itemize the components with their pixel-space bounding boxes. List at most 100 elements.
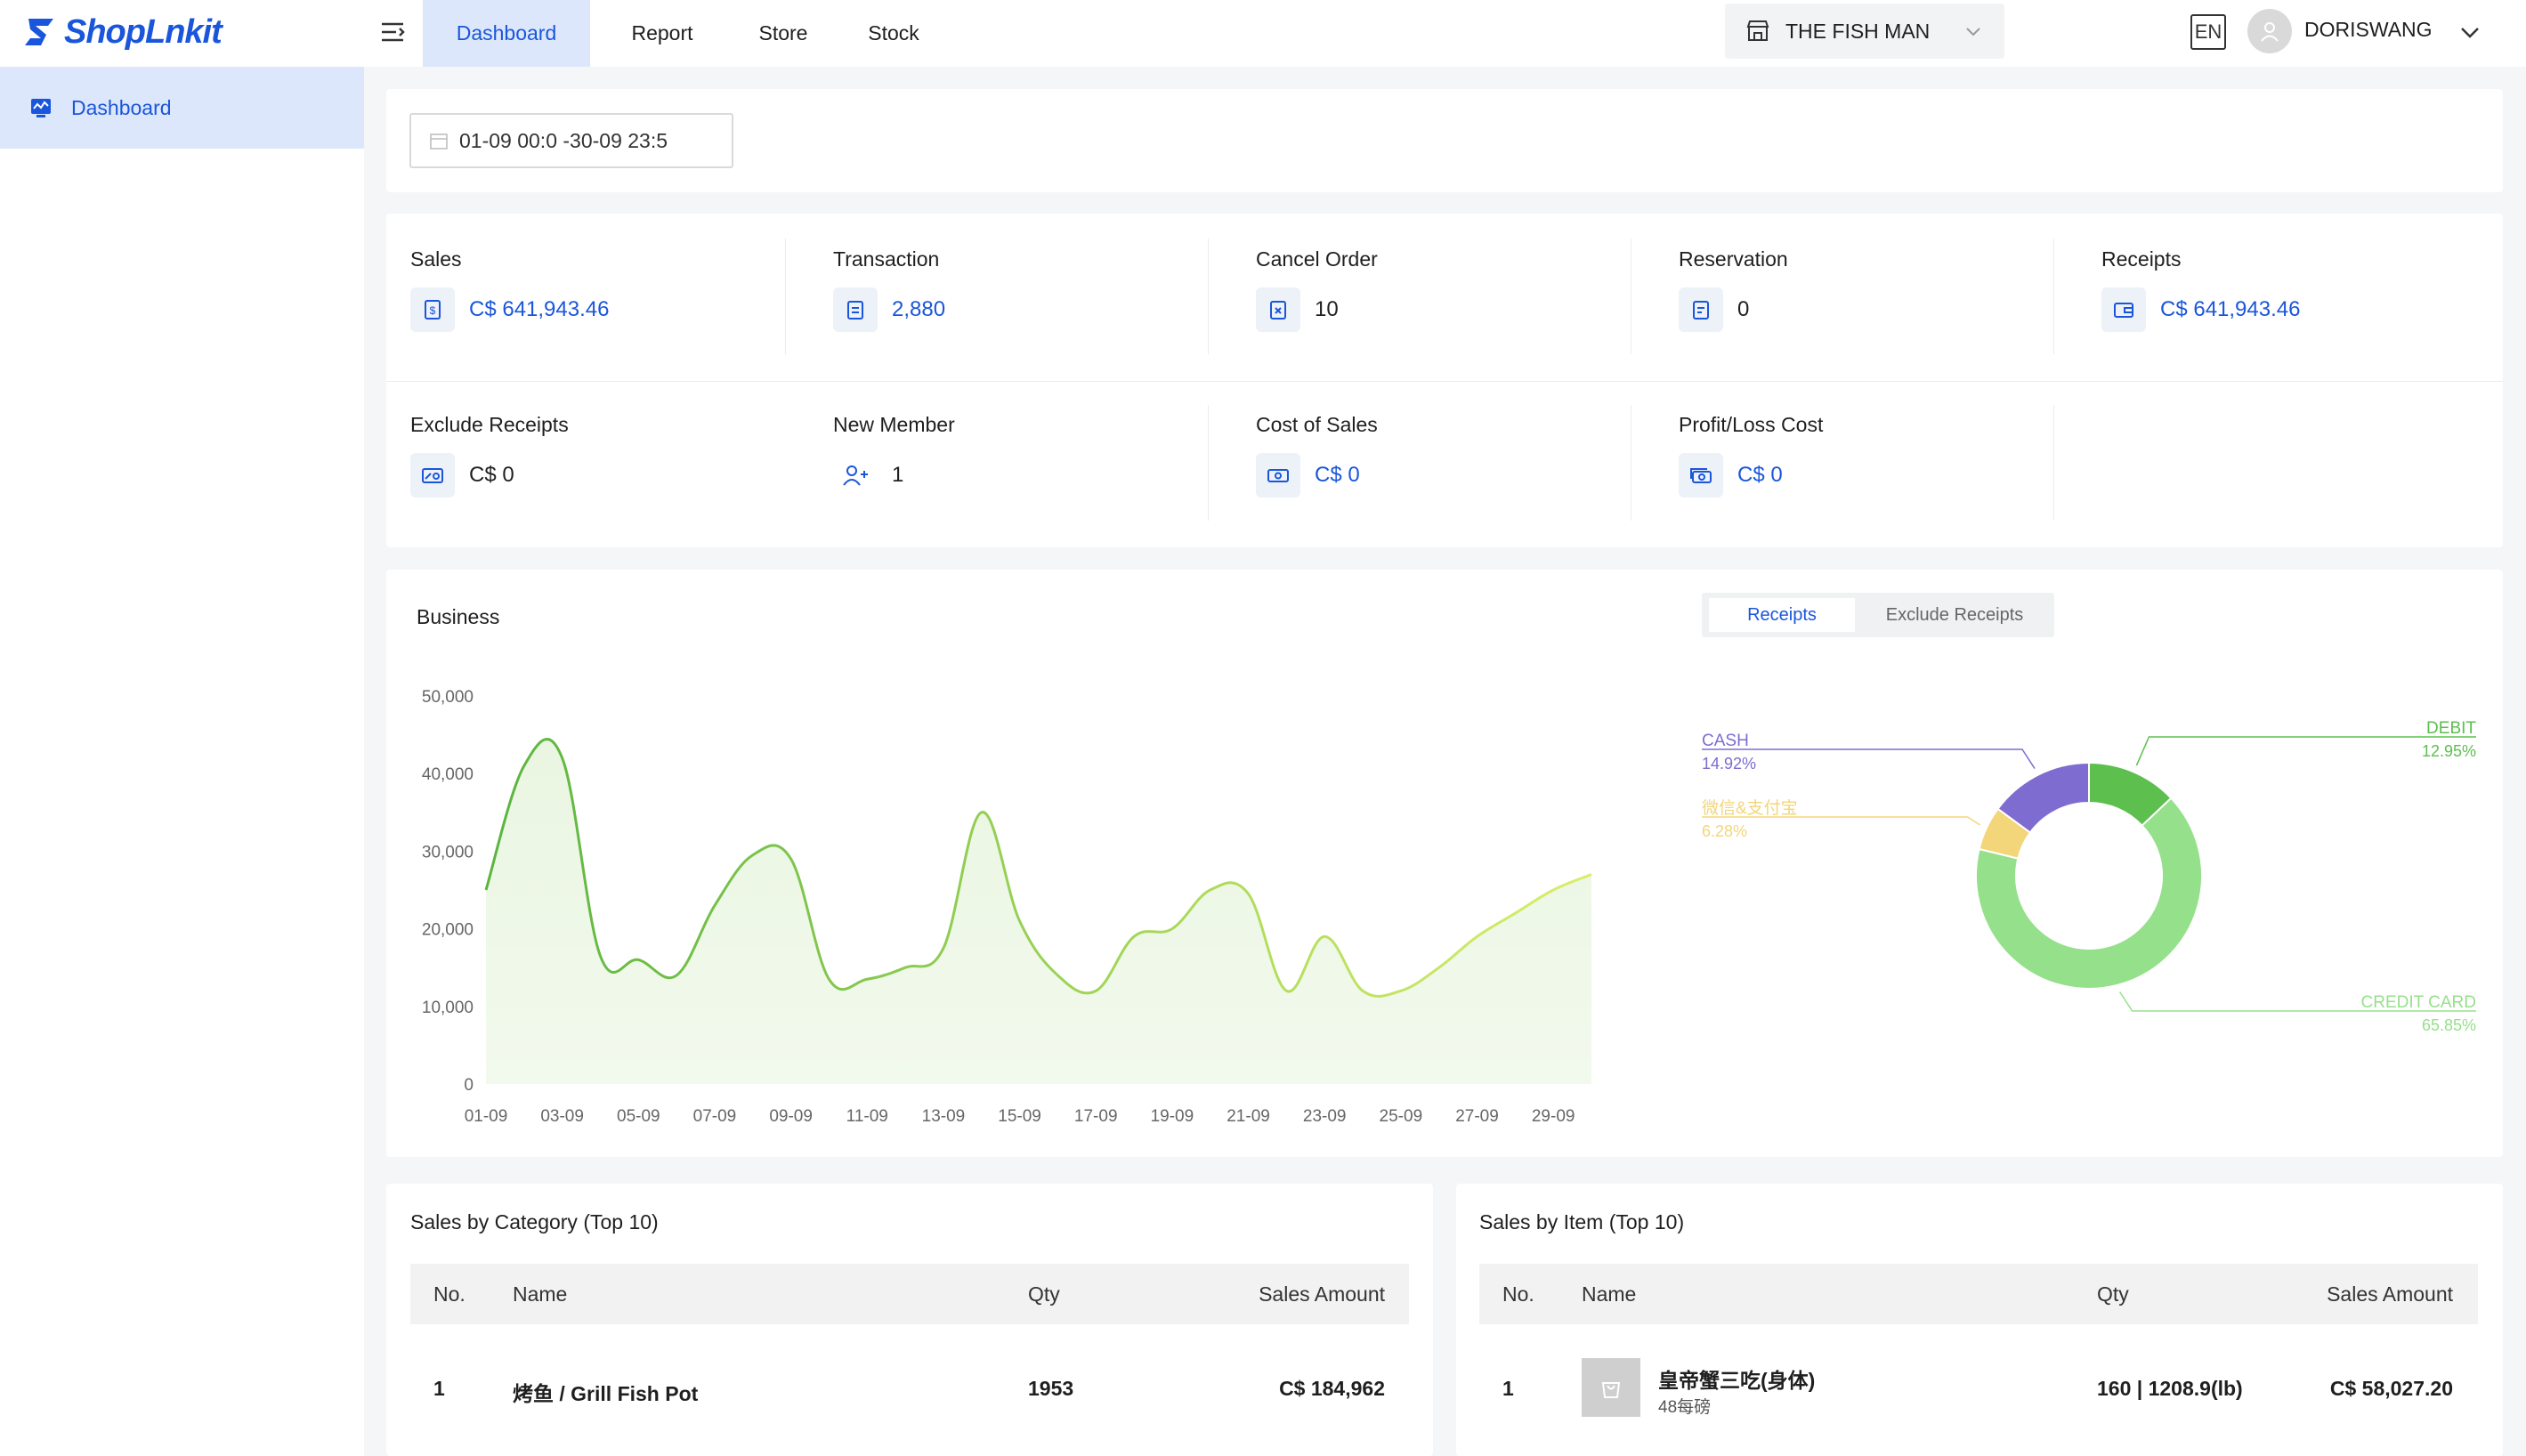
- tab-stock[interactable]: Stock: [836, 0, 951, 67]
- x-tick-label: 23-09: [1303, 1107, 1347, 1126]
- stat-value: C$ 0: [1737, 463, 1783, 487]
- date-range-picker[interactable]: 01-09 00:0 -30-09 23:5: [409, 113, 733, 168]
- y-tick-label: 10,000: [422, 999, 474, 1017]
- business-area-chart: 0 10,000 20,000 30,000 40,000 50,000 01-09 03-…: [422, 688, 1592, 1126]
- tab-dashboard[interactable]: Dashboard: [423, 0, 590, 67]
- item-title: Sales by Item (Top 10): [1479, 1210, 1685, 1234]
- y-tick-label: 20,000: [422, 921, 474, 940]
- user-icon: [2261, 22, 2279, 42]
- sidebar-item-label: Dashboard: [71, 95, 172, 119]
- stat-value: C$ 641,943.46: [469, 297, 610, 321]
- slice-percent: 6.28%: [1702, 822, 1747, 840]
- stat-profit-loss: Profit/Loss Cost C$ 0: [1679, 413, 1823, 497]
- item-image-placeholder-icon: [1582, 1358, 1640, 1417]
- stat-receipts: Receipts C$ 641,943.46: [2101, 247, 2300, 332]
- slice-percent: 12.95%: [2422, 742, 2476, 760]
- stats-divider: [2053, 239, 2054, 354]
- col-sales-amount: Sales Amount: [2327, 1282, 2453, 1306]
- stat-label: Reservation: [1679, 247, 1788, 271]
- chevron-down-icon[interactable]: [2457, 20, 2482, 44]
- x-tick-label: 17-09: [1074, 1107, 1118, 1126]
- store-name: THE FISH MAN: [1785, 19, 1931, 43]
- cash-icon: [1256, 453, 1300, 497]
- sidebar-item-dashboard[interactable]: Dashboard: [0, 67, 364, 149]
- business-title: Business: [417, 605, 500, 628]
- top-header: Dashboard Report Store Stock THE FISH MA…: [364, 0, 2526, 67]
- money-icon: [1679, 453, 1723, 497]
- y-tick-label: 50,000: [422, 688, 474, 707]
- x-tick-label: 27-09: [1455, 1107, 1499, 1126]
- receipts-toggle: Receipts Exclude Receipts: [1702, 593, 2054, 637]
- cancel-clipboard-icon: [1256, 287, 1300, 332]
- stat-exclude-receipts: Exclude Receipts C$ 0: [410, 413, 569, 497]
- row-no: 1: [433, 1377, 445, 1400]
- x-tick-label: 05-09: [617, 1107, 660, 1126]
- x-tick-label: 25-09: [1380, 1107, 1423, 1126]
- tab-report[interactable]: Report: [595, 0, 729, 67]
- col-sales-amount: Sales Amount: [1259, 1282, 1385, 1306]
- stat-label: Receipts: [2101, 247, 2182, 271]
- y-tick-label: 40,000: [422, 765, 474, 784]
- wallet-icon: [2101, 287, 2146, 332]
- card-exclude-icon: [410, 453, 455, 497]
- logo-mark-icon: [25, 19, 53, 45]
- row-name: 烤鱼 / Grill Fish Pot: [513, 1382, 699, 1405]
- slice-label: 微信&支付宝: [1702, 798, 1798, 818]
- chevron-down-icon: [1966, 28, 1980, 36]
- username[interactable]: DORISWANG: [2304, 18, 2433, 42]
- receipt-icon: $: [410, 287, 455, 332]
- stat-value: 0: [1737, 297, 1750, 321]
- menu-toggle-icon[interactable]: [378, 18, 407, 46]
- stat-value: C$ 641,943.46: [2160, 297, 2301, 321]
- toggle-exclude-receipts[interactable]: Exclude Receipts: [1866, 598, 2044, 632]
- stat-new-member: New Member 1: [833, 413, 955, 497]
- language-switch[interactable]: EN: [2190, 14, 2226, 50]
- stat-label: Exclude Receipts: [410, 413, 569, 436]
- tab-store[interactable]: Store: [725, 0, 841, 67]
- x-tick-label: 07-09: [693, 1107, 737, 1126]
- x-tick-label: 13-09: [922, 1107, 966, 1126]
- svg-text:$: $: [430, 304, 436, 317]
- stats-divider: [1208, 239, 1209, 354]
- x-tick-label: 01-09: [465, 1107, 508, 1126]
- dashboard-icon: [31, 99, 51, 117]
- col-qty: Qty: [2097, 1282, 2129, 1306]
- row-qty: 160 | 1208.9(lb): [2097, 1377, 2243, 1400]
- stat-label: Cancel Order: [1256, 247, 1378, 271]
- payment-donut-chart: DEBIT 12.95% CREDIT CARD 65.85% 微信&支付宝 6.28% C…: [1702, 719, 2476, 1034]
- stat-transaction: Transaction 2,880: [833, 247, 945, 332]
- slice-label: DEBIT: [2426, 719, 2476, 738]
- avatar[interactable]: [2247, 9, 2292, 53]
- y-tick-label: 0: [464, 1076, 474, 1095]
- stat-value: C$ 0: [469, 463, 514, 487]
- col-name: Name: [513, 1282, 568, 1306]
- reservation-icon: [1679, 287, 1723, 332]
- toggle-receipts[interactable]: Receipts: [1709, 598, 1855, 632]
- stat-label: Sales: [410, 247, 462, 271]
- x-tick-label: 15-09: [998, 1107, 1041, 1126]
- calendar-icon: [430, 133, 448, 150]
- row-amount: C$ 58,027.20: [2329, 1377, 2453, 1400]
- col-no: No.: [433, 1282, 466, 1306]
- row-no: 1: [1502, 1377, 1514, 1400]
- y-tick-label: 30,000: [422, 843, 474, 861]
- clipboard-icon: [833, 287, 878, 332]
- area-fill: [486, 739, 1591, 1084]
- logo[interactable]: ShopLnkit: [21, 9, 223, 55]
- stats-divider: [785, 239, 786, 354]
- stat-label: Transaction: [833, 247, 940, 271]
- x-tick-label: 03-09: [540, 1107, 584, 1126]
- stats-divider: [1208, 405, 1209, 521]
- x-tick-label: 19-09: [1151, 1107, 1194, 1126]
- stats-divider: [2053, 405, 2054, 521]
- stat-reservation: Reservation 0: [1679, 247, 1788, 332]
- row-subtitle: 48每磅: [1658, 1398, 1712, 1417]
- stat-sales: Sales $ C$ 641,943.46: [410, 247, 609, 332]
- row-amount: C$ 184,962: [1279, 1377, 1385, 1400]
- store-select[interactable]: THE FISH MAN: [1725, 4, 2004, 59]
- add-user-icon: [833, 453, 878, 497]
- logo-text: ShopLnkit: [64, 12, 223, 51]
- stat-label: Profit/Loss Cost: [1679, 413, 1824, 436]
- col-qty: Qty: [1028, 1282, 1060, 1306]
- x-tick-label: 29-09: [1532, 1107, 1575, 1126]
